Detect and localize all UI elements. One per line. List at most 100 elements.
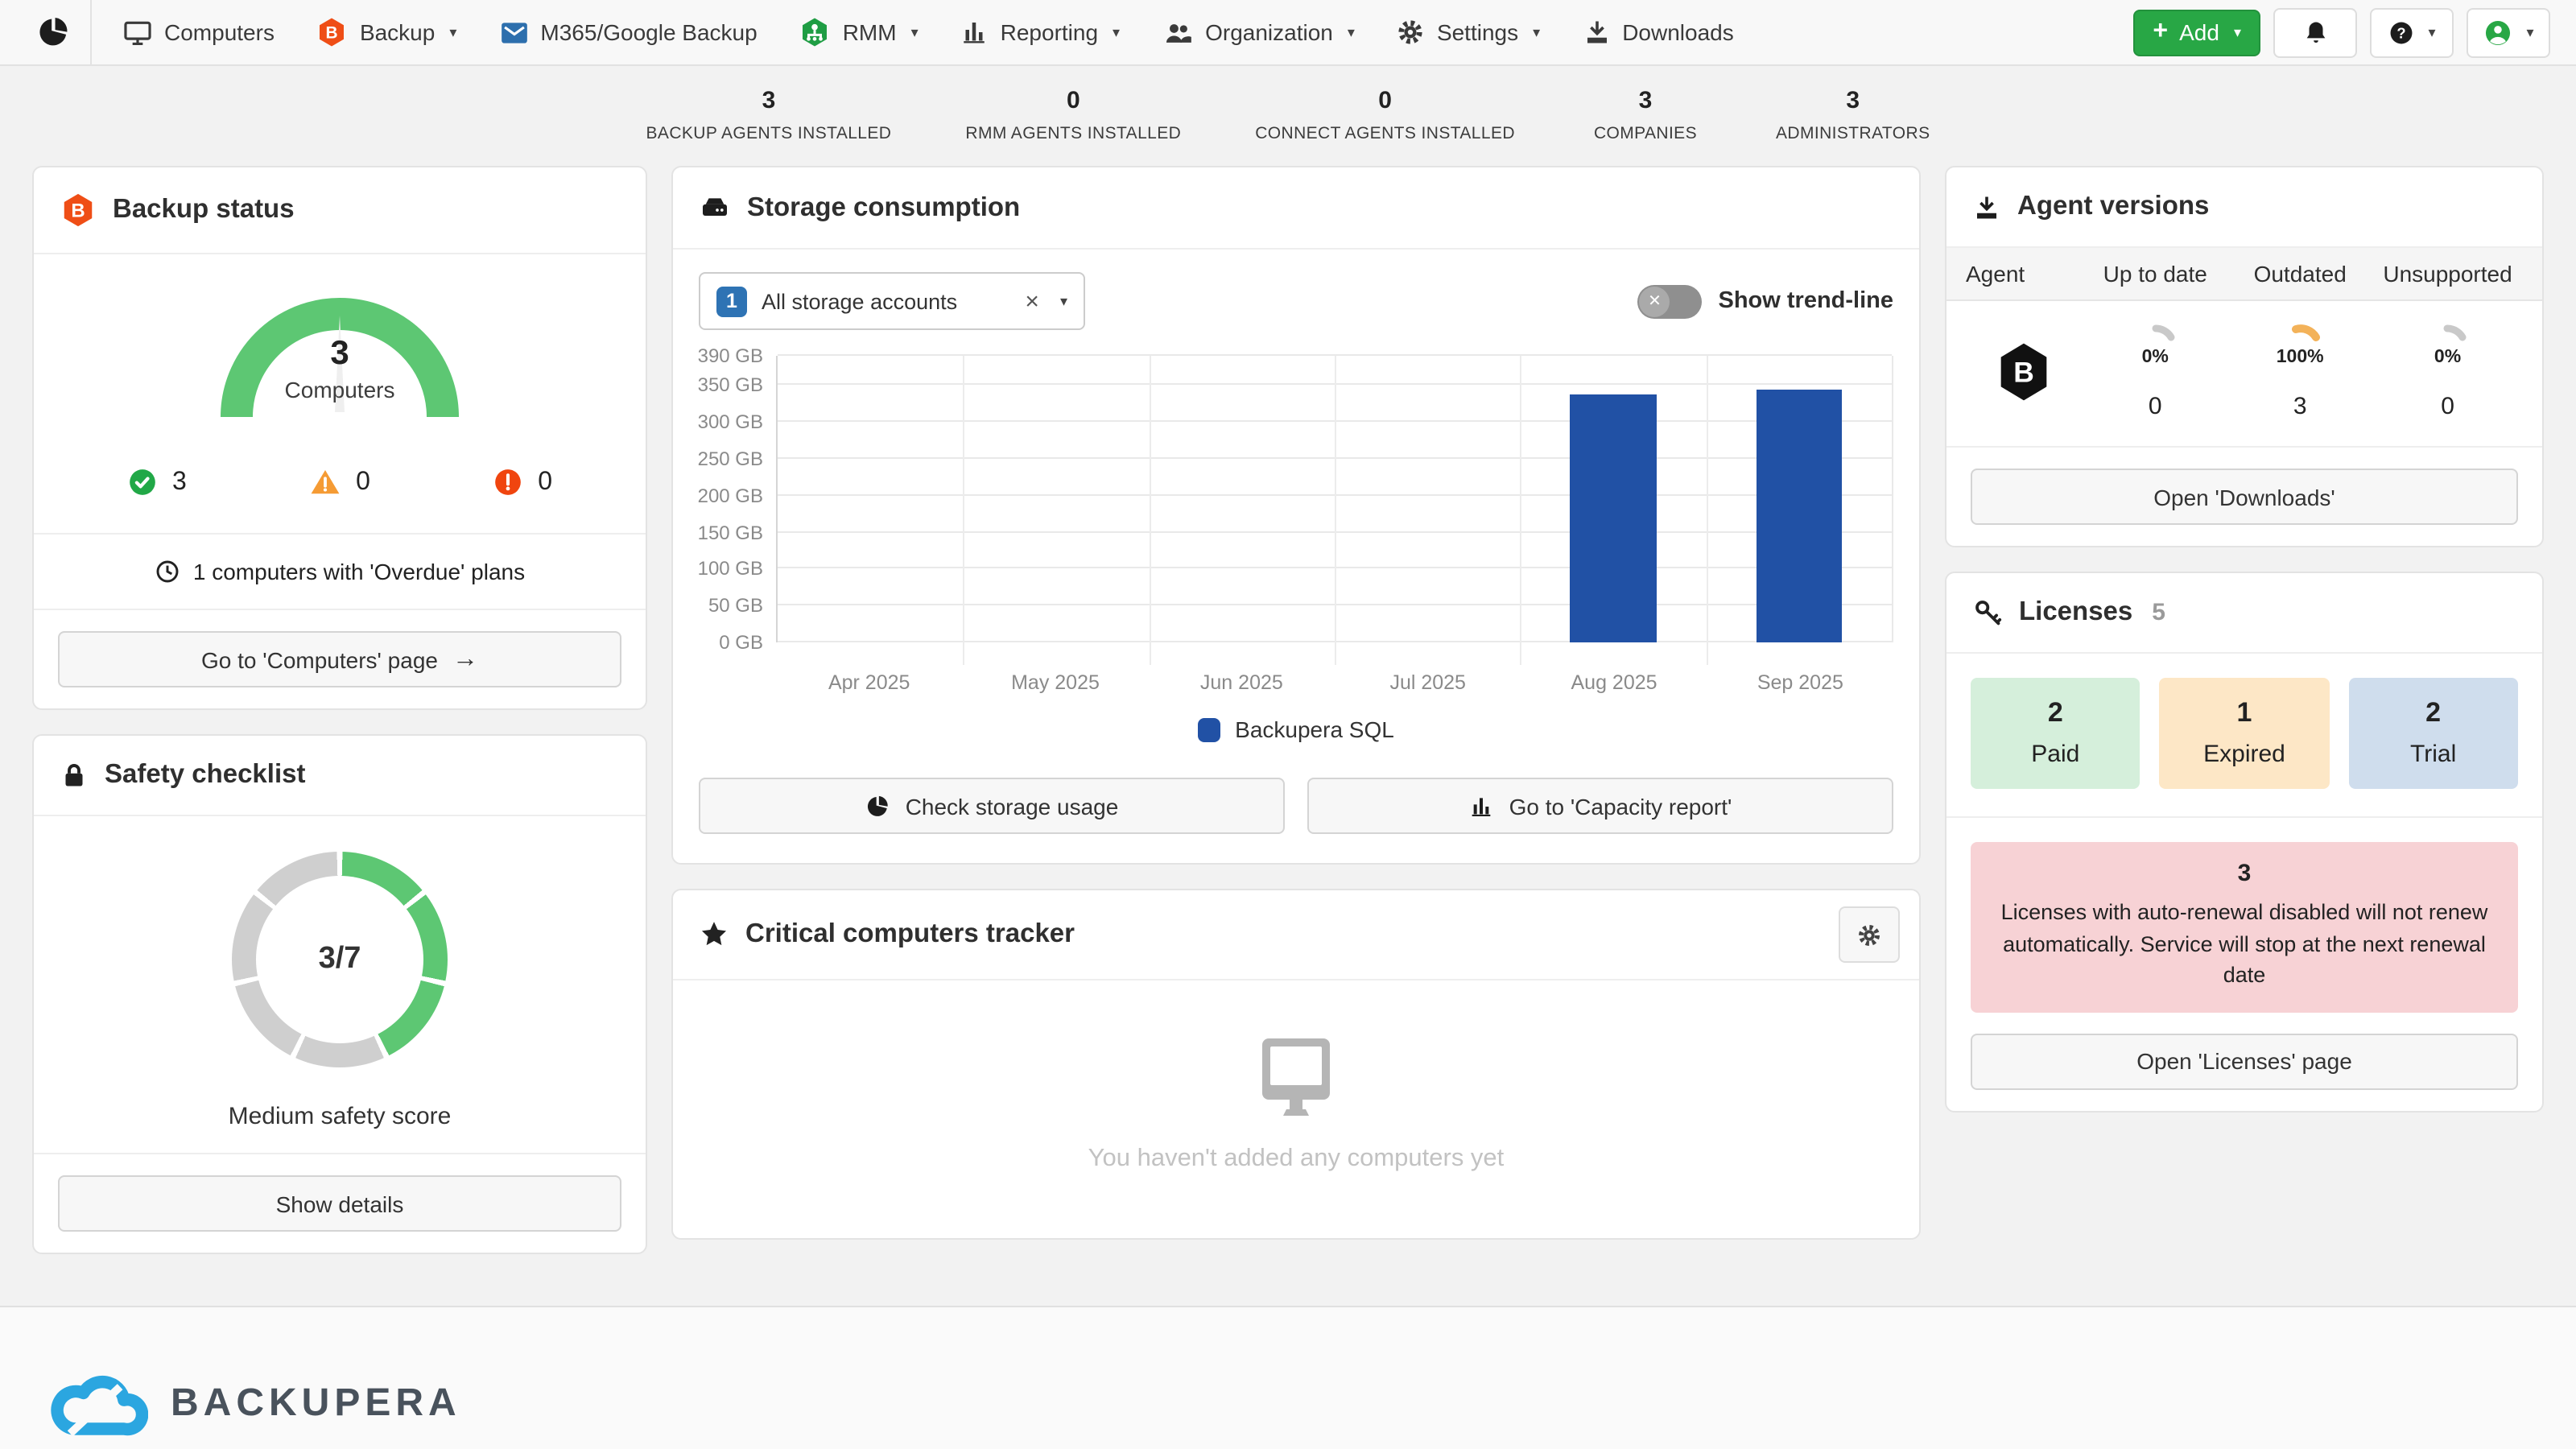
check-storage-usage-button[interactable]: Check storage usage [699, 778, 1285, 834]
user-avatar-icon [2483, 17, 2513, 47]
percent-label: 0% [2372, 348, 2523, 367]
card-title: Backup status [113, 195, 295, 225]
y-tick-label: 350 GB [698, 374, 763, 397]
ok-count: 3 [172, 468, 187, 497]
stat-administrators: 3 ADMINISTRATORS [1776, 87, 1930, 143]
gauge-value: 3 [219, 335, 460, 372]
nav-item-settings[interactable]: Settings ▾ [1376, 0, 1561, 64]
alert-count: 3 [1993, 860, 2496, 887]
nav-item-label: Computers [164, 19, 275, 45]
count-value: 0 [2083, 393, 2227, 420]
filter-count-badge: 1 [716, 286, 747, 316]
gridline [1149, 356, 1150, 665]
mini-gauge-arc [2155, 328, 2170, 337]
nav-item-label: Downloads [1622, 19, 1734, 45]
x-tick-label: Jul 2025 [1335, 671, 1521, 694]
go-to-capacity-report-button[interactable]: Go to 'Capacity report' [1307, 778, 1893, 834]
backup-status-card: B Backup status 3 Computers [32, 166, 647, 710]
nav-item-rmm[interactable]: RMM ▾ [778, 0, 939, 64]
trend-line-toggle[interactable]: ✕ [1638, 284, 1703, 318]
card-title: Licenses [2019, 597, 2132, 628]
backup-hexagon-icon: B [316, 16, 349, 48]
svg-text:B: B [71, 200, 85, 222]
stat-companies: 3 COMPANIES [1589, 87, 1702, 143]
nav-item-reporting[interactable]: Reporting ▾ [939, 0, 1141, 64]
storage-account-filter[interactable]: 1 All storage accounts × ▾ [699, 272, 1085, 330]
envelope-icon [498, 17, 529, 47]
stat-label: COMPANIES [1589, 124, 1702, 143]
clear-filter-icon[interactable]: × [1022, 287, 1042, 315]
safety-score: 3/7 [319, 942, 361, 977]
backup-status-counts: 3 0 0 [34, 428, 646, 533]
help-button[interactable]: ? ▾ [2370, 7, 2454, 57]
tracker-settings-button[interactable] [1839, 906, 1900, 963]
button-label: Go to 'Computers' page [201, 646, 438, 672]
nav-item-label: Settings [1437, 19, 1518, 45]
navbar-divider [90, 0, 92, 64]
safety-score-donut: 3/7 [232, 852, 448, 1067]
safety-checklist-card: Safety checklist 3/7 Medium safety score… [32, 734, 647, 1254]
button-label: Open 'Licenses' page [2136, 1048, 2352, 1074]
legend-swatch [1198, 717, 1220, 741]
warning-count: 0 [356, 468, 370, 497]
chart-x-axis: Apr 2025May 2025Jun 2025Jul 2025Aug 2025… [776, 671, 1893, 694]
paid-licenses-tile: 2 Paid [1971, 678, 2140, 789]
count-value: 0 [2372, 393, 2523, 420]
right-column: Agent versions Agent Up to date Outdated… [1945, 166, 2544, 1254]
stat-rmm-agents: 0 RMM AGENTS INSTALLED [965, 87, 1181, 143]
navbar-actions: + Add ▾ ? ▾ ▾ [2133, 7, 2560, 57]
gridline [964, 356, 965, 665]
backupera-logo: BACKUPERA [48, 1364, 461, 1444]
button-label: Open 'Downloads' [2153, 484, 2335, 510]
nav-item-m365-google-backup[interactable]: M365/Google Backup [477, 0, 778, 64]
notifications-button[interactable] [2273, 7, 2357, 57]
chevron-down-icon[interactable]: ▾ [1060, 292, 1067, 310]
error-status: 0 [493, 467, 552, 497]
check-circle-icon [127, 467, 158, 497]
license-tiles: 2 Paid 1 Expired 2 Trial [1971, 678, 2518, 789]
cloud-logo-icon [48, 1364, 148, 1444]
svg-text:B: B [326, 24, 338, 43]
nav-item-computers[interactable]: Computers [101, 0, 295, 64]
y-tick-label: 150 GB [698, 521, 763, 543]
user-menu-button[interactable]: ▾ [2467, 7, 2550, 57]
gauge-label: Computers [219, 377, 460, 402]
storage-bar-chart: 0 GB50 GB100 GB150 GB200 GB250 GB300 GB3… [699, 356, 1893, 642]
navbar-menu: Computers B Backup ▾ M365/Google Backup … [101, 0, 2133, 64]
mini-gauge-arc [2448, 328, 2463, 337]
warning-status: 0 [309, 467, 370, 497]
button-label: Show details [276, 1191, 404, 1216]
pie-chart-icon [35, 14, 71, 50]
nav-item-label: Backup [360, 19, 435, 45]
nav-item-organization[interactable]: Organization ▾ [1141, 0, 1376, 64]
card-title: Storage consumption [747, 192, 1020, 223]
critical-computers-card: Critical computers tracker You haven't a… [671, 889, 1921, 1240]
nav-item-backup[interactable]: B Backup ▾ [295, 0, 477, 64]
show-details-button[interactable]: Show details [58, 1175, 621, 1232]
y-tick-label: 0 GB [719, 631, 763, 654]
chevron-down-icon: ▾ [449, 23, 456, 41]
backup-gauge: 3 Computers [34, 254, 646, 428]
gridline [1706, 356, 1707, 665]
dashboard-home-button[interactable] [16, 14, 90, 50]
add-button[interactable]: + Add ▾ [2133, 9, 2260, 56]
x-tick-label: Jun 2025 [1149, 671, 1335, 694]
chart-legend: Backupera SQL [699, 716, 1893, 742]
up-to-date-stat: 0% 0 [2083, 324, 2227, 420]
dashboard-page: Computers B Backup ▾ M365/Google Backup … [0, 0, 2576, 1449]
bar-chart-icon [960, 18, 989, 47]
gear-icon [1397, 18, 1426, 47]
y-tick-label: 250 GB [698, 448, 763, 470]
go-to-computers-button[interactable]: Go to 'Computers' page → [58, 631, 621, 687]
tile-label: Trial [2348, 741, 2518, 768]
agent-versions-header: Agent Up to date Outdated Unsupported [1946, 248, 2542, 301]
column-header: Up to date [2083, 261, 2227, 287]
nav-item-downloads[interactable]: Downloads [1561, 0, 1755, 64]
open-downloads-button[interactable]: Open 'Downloads' [1971, 469, 2518, 525]
chevron-down-icon: ▾ [911, 23, 919, 41]
stat-label: CONNECT AGENTS INSTALLED [1255, 124, 1515, 143]
bar-Sep 2025 [1757, 390, 1842, 642]
open-licenses-page-button[interactable]: Open 'Licenses' page [1971, 1033, 2518, 1089]
tile-value: 1 [2160, 697, 2330, 729]
storage-consumption-card: Storage consumption 1 All storage accoun… [671, 166, 1921, 865]
